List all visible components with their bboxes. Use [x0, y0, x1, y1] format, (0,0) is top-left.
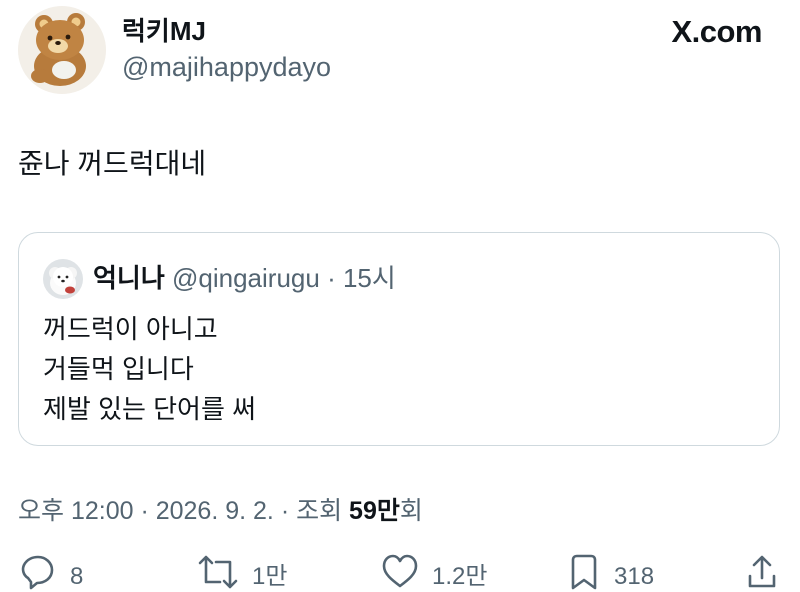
reply-icon [21, 555, 54, 590]
puppy-avatar-image [43, 259, 83, 299]
quote-handle[interactable]: @qingairugu [172, 263, 320, 293]
like-count: 1.2만 [432, 563, 488, 590]
quote-timestamp[interactable]: 15시 [343, 263, 396, 293]
tweet-meta: 오후 12:00 · 2026. 9. 2. · 조회 59만회 [18, 494, 423, 528]
bookmark-count: 318 [614, 563, 655, 590]
views-suffix: 회 [399, 497, 423, 525]
author-display-name[interactable]: 럭키MJ [122, 14, 206, 48]
reply-count: 8 [70, 563, 84, 590]
puppy-avatar-icon[interactable] [43, 259, 83, 299]
quote-display-name[interactable]: 억니나 [93, 263, 165, 293]
like-button[interactable]: 1.2만 [380, 552, 487, 592]
reply-button[interactable]: 8 [18, 552, 83, 592]
share-button[interactable] [744, 552, 780, 592]
quote-line: 거들먹 입니다 [43, 354, 194, 384]
quote-line: 꺼드럭이 아니고 [43, 314, 218, 344]
share-icon [748, 555, 776, 588]
retweet-icon [198, 555, 238, 589]
quote-header: 억니나 @qingairugu · 15시 [93, 261, 396, 295]
quote-separator: · [327, 263, 336, 293]
retweet-button[interactable]: 1만 [196, 552, 287, 592]
views-count: 59만 [349, 497, 400, 525]
bear-avatar-icon[interactable] [18, 6, 106, 94]
tweet-actions: 8 1만 1.2만 318 [0, 552, 800, 592]
tweet-text: 쥰나 꺼드럭대네 [18, 148, 207, 179]
author-handle[interactable]: @majihappydayo [122, 50, 331, 84]
bear-avatar-image [18, 6, 106, 94]
heart-icon [382, 554, 418, 588]
bookmark-icon [571, 554, 597, 590]
quote-line: 제발 있는 단어를 써 [43, 394, 257, 424]
tweet-datetime[interactable]: 오후 12:00 · 2026. 9. 2. · 조회 [18, 497, 349, 525]
bookmark-button[interactable]: 318 [566, 552, 654, 592]
retweet-count: 1만 [252, 563, 288, 590]
site-label: X.com [671, 14, 762, 49]
quote-tweet-card[interactable]: 억니나 @qingairugu · 15시 꺼드럭이 아니고 거들먹 입니다 제… [18, 232, 780, 446]
quote-body: 꺼드럭이 아니고 거들먹 입니다 제발 있는 단어를 써 [43, 309, 256, 429]
